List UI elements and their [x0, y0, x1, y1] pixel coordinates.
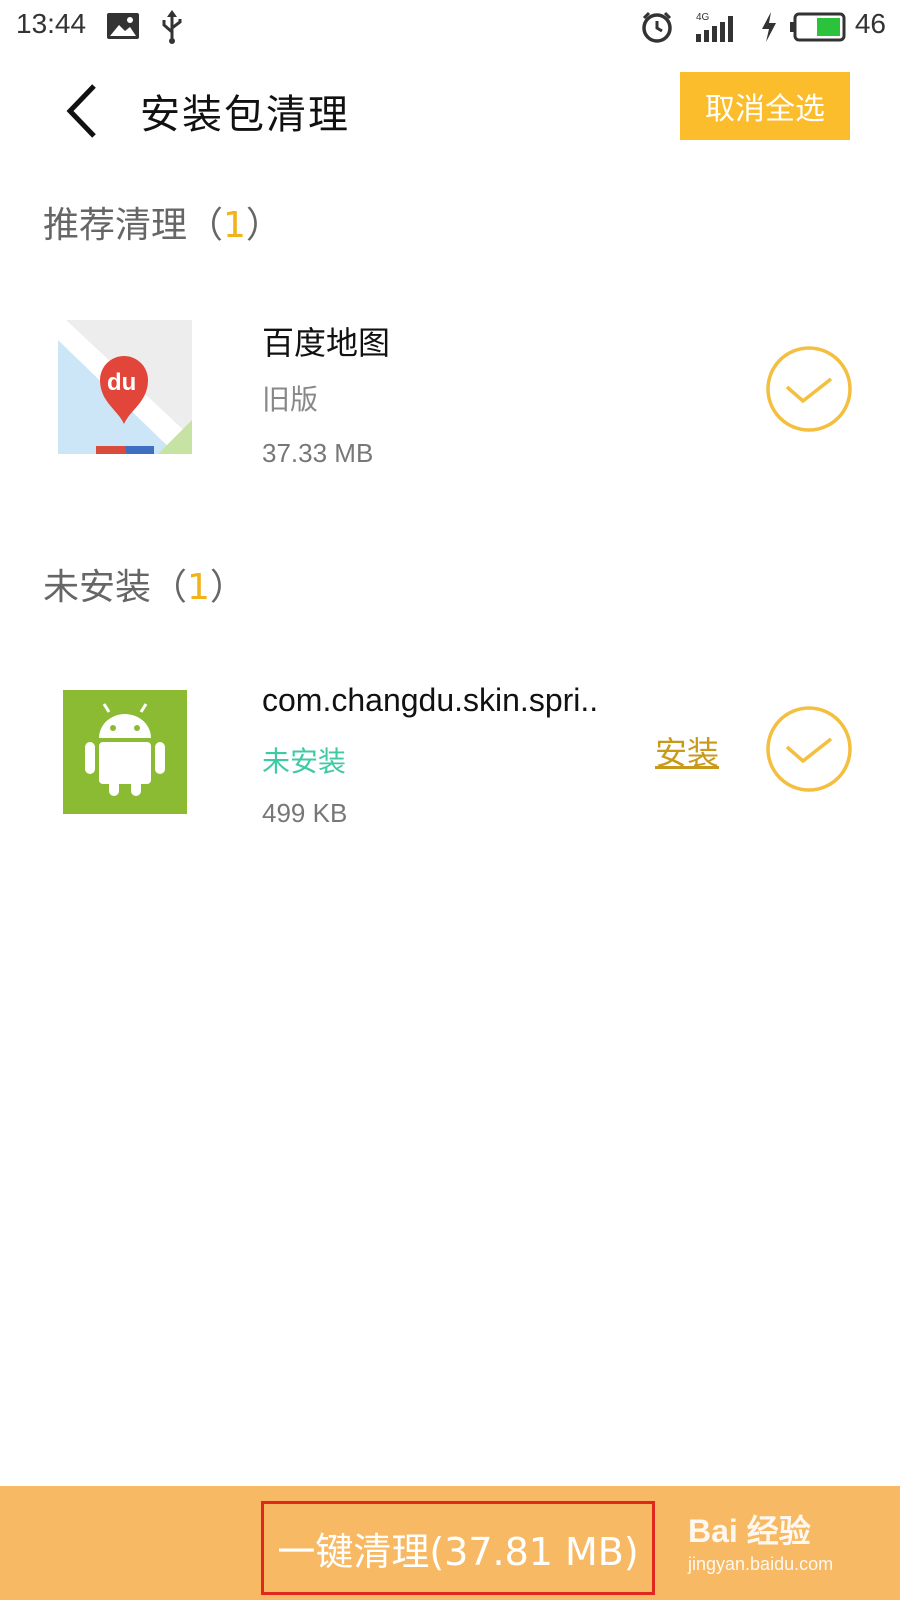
- one-click-clean-button[interactable]: 一键清理(37.81 MB): [261, 1501, 655, 1595]
- watermark-url: jingyan.baidu.com: [688, 1554, 834, 1574]
- section-title-recommended: 推荐清理（1）: [43, 196, 282, 248]
- check-circle-icon: [766, 346, 852, 432]
- battery-icon: [790, 12, 846, 46]
- deselect-all-button[interactable]: 取消全选: [680, 72, 850, 140]
- section-title-text: 推荐清理（: [43, 205, 224, 246]
- section-title-text: 未安装（: [43, 567, 188, 608]
- section-count: 1: [223, 205, 246, 246]
- app-name: com.changdu.skin.spri..: [262, 682, 599, 718]
- check-circle-icon: [766, 706, 852, 792]
- android-icon: [63, 690, 187, 818]
- back-arrow-icon: [66, 84, 96, 138]
- install-link[interactable]: 安装: [655, 728, 719, 774]
- select-checkbox[interactable]: [765, 345, 853, 433]
- charging-icon: [760, 12, 778, 46]
- svg-text:du: du: [107, 369, 136, 396]
- section-title-close: ）: [245, 205, 282, 246]
- alarm-icon: [640, 10, 674, 48]
- header: 安装包清理 取消全选: [0, 56, 900, 166]
- section-title-not-installed: 未安装（1）: [43, 558, 246, 610]
- baidu-map-icon: du: [58, 320, 192, 458]
- page-title: 安装包清理: [140, 92, 350, 138]
- usb-icon: [160, 10, 184, 48]
- signal-icon: 4G: [694, 10, 742, 48]
- status-time: 13:44: [16, 8, 87, 39]
- image-icon: [106, 12, 140, 44]
- watermark: Bai 经验 jingyan.baidu.com: [688, 1506, 833, 1575]
- section-count: 1: [187, 567, 210, 608]
- app-status: 未安装: [262, 745, 347, 778]
- select-checkbox[interactable]: [765, 705, 853, 793]
- battery-percent: 46: [854, 8, 886, 39]
- app-size: 499 KB: [262, 798, 348, 828]
- list-item-baidu-map[interactable]: du 百度地图 旧版 37.33 MB: [0, 300, 900, 500]
- network-label: 4G: [696, 12, 710, 23]
- back-button[interactable]: [58, 76, 108, 146]
- app-status: 旧版: [262, 383, 319, 416]
- bottom-bar: 一键清理(37.81 MB) Bai 经验 jingyan.baidu.com: [0, 1486, 900, 1600]
- watermark-logo: Bai 经验: [688, 1513, 811, 1549]
- list-item-apk[interactable]: com.changdu.skin.spri.. 未安装 499 KB 安装: [0, 670, 900, 870]
- status-bar: 13:44 4G 46: [0, 0, 900, 56]
- app-name: 百度地图: [262, 324, 391, 362]
- app-size: 37.33 MB: [262, 438, 374, 468]
- section-title-close: ）: [209, 567, 246, 608]
